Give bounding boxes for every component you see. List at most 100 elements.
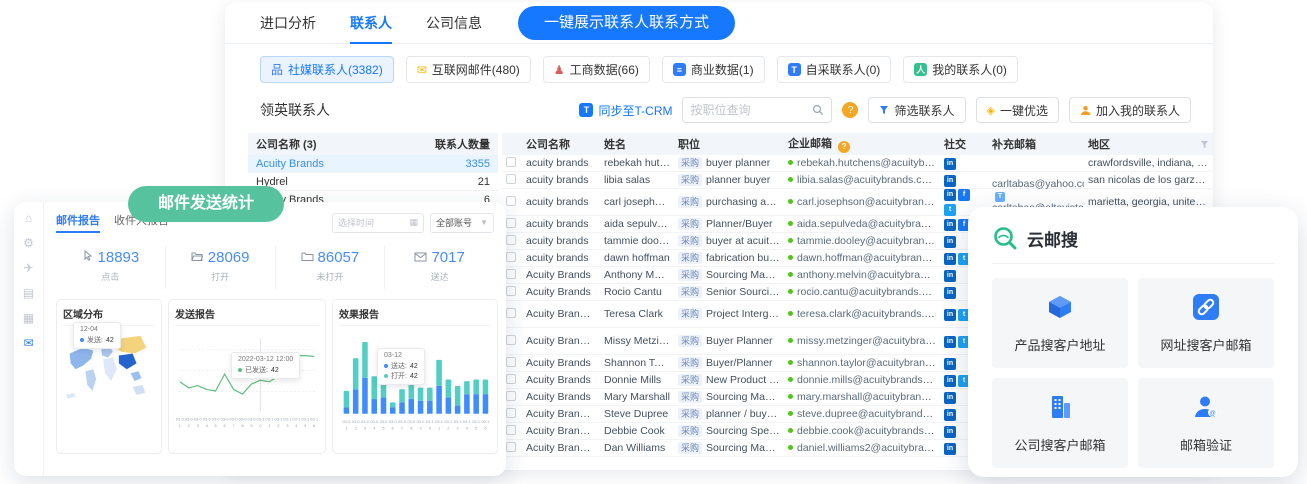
- tile-cube[interactable]: 产品搜客户地址: [992, 278, 1128, 368]
- row-checkbox[interactable]: [506, 308, 516, 318]
- row-checkbox[interactable]: [506, 286, 516, 296]
- gear-icon[interactable]: ⚙: [23, 237, 34, 249]
- account-select[interactable]: 全部账号 ▼: [430, 213, 494, 233]
- company-row[interactable]: Acuity Brands3355: [248, 155, 498, 173]
- callout-mail-send-stats: 邮件发送统计: [128, 186, 284, 222]
- tile-company[interactable]: 公司搜客户邮箱: [992, 378, 1128, 468]
- help-icon[interactable]: ?: [842, 102, 858, 118]
- apps-grid-icon[interactable]: ▦: [23, 312, 34, 324]
- linkedin-icon[interactable]: in: [944, 158, 956, 170]
- filter-label: 筛选联系人: [894, 102, 954, 119]
- svg-text:03-0: 03-0: [398, 419, 406, 424]
- chip-business-registry[interactable]: ♟工商数据(66): [543, 56, 650, 83]
- chip-self-collected[interactable]: T自采联系人(0): [777, 56, 892, 83]
- row-checkbox[interactable]: [506, 157, 516, 167]
- svg-text:03-1: 03-1: [482, 419, 490, 424]
- linkedin-icon[interactable]: in: [944, 358, 956, 370]
- notebook-icon[interactable]: ▤: [23, 287, 34, 299]
- row-checkbox[interactable]: [506, 269, 516, 279]
- tile-link[interactable]: 网址搜客户邮箱: [1138, 278, 1274, 368]
- email-valid-dot: [788, 160, 793, 165]
- row-checkbox[interactable]: [506, 335, 516, 345]
- facebook-icon[interactable]: f: [958, 189, 970, 201]
- tab-import-analysis[interactable]: 进口分析: [260, 2, 316, 44]
- svg-text:2: 2: [447, 425, 449, 430]
- calendar-icon[interactable]: ▦: [409, 217, 418, 228]
- tab-contacts[interactable]: 联系人: [350, 2, 392, 44]
- linkedin-icon[interactable]: in: [944, 309, 956, 321]
- linkedin-icon[interactable]: in: [944, 375, 956, 387]
- linkedin-icon[interactable]: in: [944, 392, 956, 404]
- linkedin-icon[interactable]: in: [944, 236, 956, 248]
- email-help-icon[interactable]: ?: [838, 141, 850, 153]
- chip-my-contacts[interactable]: 人我的联系人(0): [903, 56, 1018, 83]
- row-checkbox[interactable]: [506, 252, 516, 262]
- chip-social-contacts[interactable]: 品社媒联系人(3382): [260, 56, 394, 83]
- stat-点击: 18893点击: [56, 245, 165, 289]
- search-input[interactable]: [690, 103, 812, 117]
- svg-text:6: 6: [224, 423, 227, 428]
- send-icon[interactable]: ✈: [23, 262, 33, 274]
- linkedin-icon[interactable]: in: [944, 287, 956, 299]
- region-filter-icon[interactable]: [1200, 140, 1209, 149]
- svg-text:03-0: 03-0: [343, 419, 351, 424]
- date-input[interactable]: [338, 218, 409, 228]
- svg-text:03-0: 03-0: [361, 419, 369, 424]
- company-row[interactable]: Hydrel21: [248, 173, 498, 191]
- svg-text:03-0: 03-0: [230, 417, 239, 422]
- svg-text:4: 4: [295, 423, 298, 428]
- pointer-icon: [82, 249, 94, 266]
- row-checkbox[interactable]: [506, 442, 516, 452]
- svg-text:03-0: 03-0: [417, 419, 425, 424]
- svg-text:2: 2: [355, 425, 357, 430]
- svg-text:03-0: 03-0: [203, 417, 212, 422]
- row-checkbox[interactable]: [506, 218, 516, 228]
- linkedin-icon[interactable]: in: [944, 253, 956, 265]
- linkedin-icon[interactable]: in: [944, 270, 956, 282]
- row-checkbox[interactable]: [506, 235, 516, 245]
- home-icon[interactable]: ⌂: [25, 212, 32, 224]
- row-checkbox[interactable]: [506, 374, 516, 384]
- mail-sidebar-rail: ⌂ ⚙ ✈ ▤ ▦ ✉: [14, 202, 44, 476]
- linkedin-icon[interactable]: in: [944, 189, 956, 201]
- tile-verify-person[interactable]: @邮箱验证: [1138, 378, 1274, 468]
- linkedin-icon[interactable]: in: [944, 443, 956, 455]
- linkedin-icon[interactable]: in: [944, 175, 956, 187]
- search-icon[interactable]: [812, 104, 824, 116]
- row-checkbox[interactable]: [506, 196, 516, 206]
- link-icon: [1192, 308, 1220, 325]
- svg-text:03-1: 03-1: [265, 417, 274, 422]
- linkedin-icon[interactable]: in: [944, 409, 956, 421]
- filter-contacts-button[interactable]: 筛选联系人: [868, 97, 965, 123]
- linkedin-icon[interactable]: in: [944, 426, 956, 438]
- role-tag: 采购: [678, 174, 702, 186]
- linkedin-icon[interactable]: in: [944, 336, 956, 348]
- one-click-optimize-button[interactable]: ◈ 一键优选: [976, 97, 1059, 123]
- tab-mail-report[interactable]: 邮件报告: [56, 212, 100, 233]
- role-tag: 采购: [678, 408, 702, 420]
- contacts-table-header: 公司名称 姓名 职位 企业邮箱 ? 社交 补充邮箱 地区: [502, 133, 1213, 155]
- row-checkbox[interactable]: [506, 425, 516, 435]
- tab-company-info[interactable]: 公司信息: [426, 2, 482, 44]
- row-checkbox[interactable]: [506, 391, 516, 401]
- row-checkbox[interactable]: [506, 174, 516, 184]
- twitter-icon[interactable]: t: [944, 204, 956, 216]
- row-checkbox[interactable]: [506, 357, 516, 367]
- sync-tcrm-button[interactable]: T 同步至T-CRM: [579, 102, 672, 119]
- mail-icon[interactable]: ✉: [23, 337, 33, 349]
- add-to-my-contacts-button[interactable]: 加入我的联系人: [1069, 97, 1191, 123]
- row-checkbox[interactable]: [506, 408, 516, 418]
- svg-text:5: 5: [214, 423, 217, 428]
- email-valid-dot: [788, 411, 793, 416]
- chip-commerce-data[interactable]: ≡商业数据(1): [662, 56, 765, 83]
- svg-text:0: 0: [429, 425, 431, 430]
- tcrm-sync-icon[interactable]: T: [995, 192, 1005, 202]
- linkedin-icon[interactable]: in: [944, 219, 956, 231]
- svg-text:03-0: 03-0: [389, 419, 397, 424]
- role-tag: 采购: [678, 286, 702, 298]
- svg-text:5: 5: [382, 425, 384, 430]
- chip-internet-mail[interactable]: ✉互联网邮件(480): [406, 56, 531, 83]
- svg-text:6: 6: [484, 425, 486, 430]
- svg-text:2: 2: [277, 423, 280, 428]
- svg-text:9: 9: [250, 423, 253, 428]
